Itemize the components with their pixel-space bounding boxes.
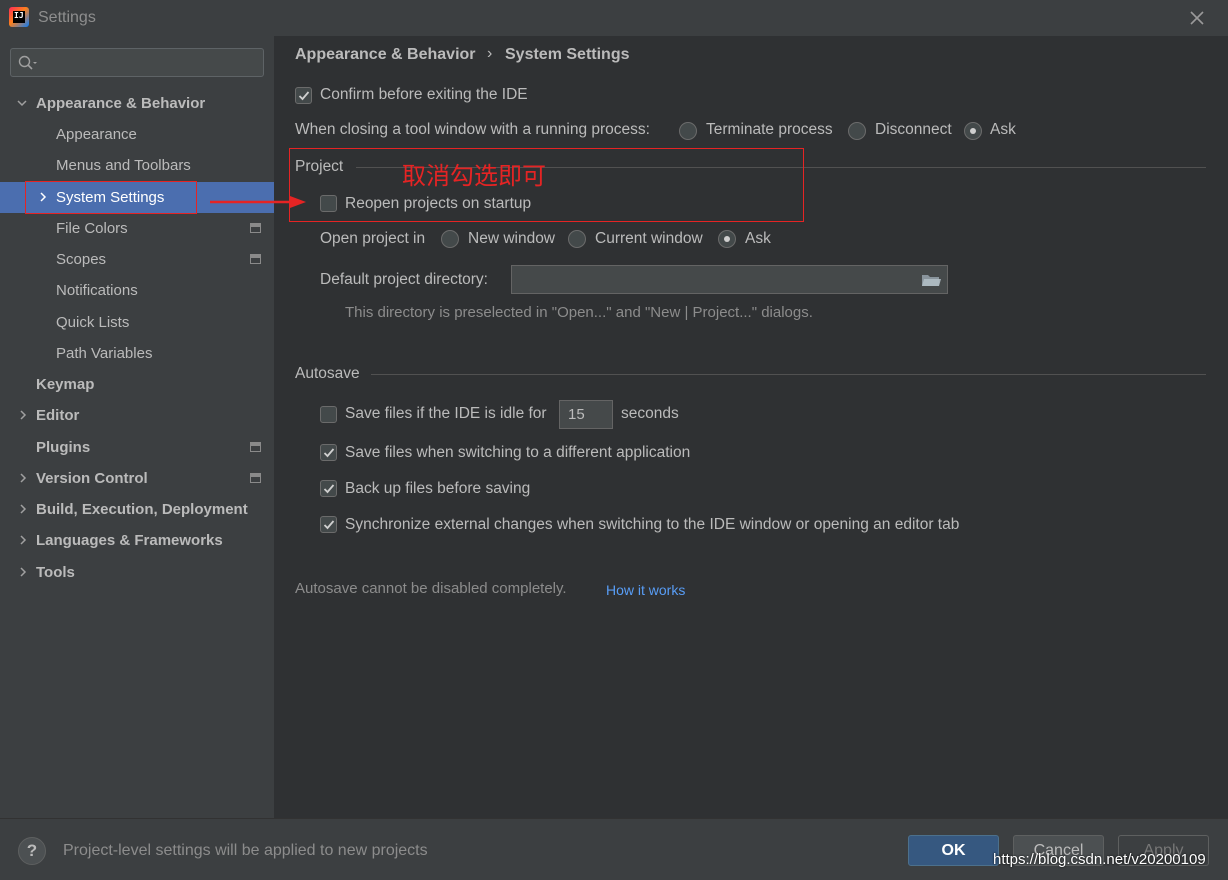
- search-box[interactable]: [10, 48, 264, 77]
- intellij-app-icon: IJ: [9, 7, 29, 27]
- watermark-text: https://blog.csdn.net/v20200109: [993, 851, 1206, 868]
- breadcrumb-separator: ›: [487, 45, 493, 62]
- search-icon: [18, 55, 37, 70]
- checkmark-icon: [323, 448, 335, 458]
- sidebar-item-file-colors[interactable]: File Colors: [0, 213, 274, 244]
- sidebar-item-plugins[interactable]: Plugins: [0, 432, 274, 463]
- sidebar-item-label: Version Control: [36, 470, 148, 487]
- sidebar-item-label: Scopes: [56, 251, 107, 268]
- radio-terminate-process[interactable]: [679, 122, 697, 140]
- radio-new-window[interactable]: [441, 230, 459, 248]
- idle-seconds-input[interactable]: [559, 400, 613, 429]
- search-input[interactable]: [41, 52, 259, 73]
- sidebar-item-label: Quick Lists: [56, 314, 130, 331]
- save-idle-checkbox[interactable]: [320, 406, 337, 423]
- radio-current-window[interactable]: [568, 230, 586, 248]
- chevron-right-icon: [20, 473, 27, 483]
- new-window-label: New window: [468, 230, 556, 247]
- folder-browse-icon[interactable]: [920, 271, 942, 289]
- annotation-highlight-sidebar: [25, 181, 197, 214]
- confirm-exit-label: Confirm before exiting the IDE: [320, 86, 528, 103]
- settings-sidebar: Appearance & Behavior Appearance Menus a…: [0, 36, 274, 818]
- sidebar-item-editor[interactable]: Editor: [0, 400, 274, 431]
- default-dir-input[interactable]: [511, 265, 948, 294]
- annotation-highlight-reopen: [289, 148, 804, 222]
- chevron-right-icon: [20, 567, 27, 577]
- sidebar-item-label: Keymap: [36, 376, 95, 393]
- checkmark-icon: [298, 91, 310, 101]
- help-button[interactable]: ?: [18, 837, 46, 865]
- backup-label: Back up files before saving: [345, 480, 531, 497]
- checkmark-icon: [323, 484, 335, 494]
- default-dir-label: Default project directory:: [320, 271, 488, 288]
- sidebar-item-appearance[interactable]: Appearance: [0, 119, 274, 150]
- project-scope-icon: [250, 442, 261, 452]
- open-project-in-label: Open project in: [320, 230, 426, 247]
- breadcrumb-current: System Settings: [505, 46, 630, 63]
- default-dir-hint: This directory is preselected in "Open..…: [345, 304, 813, 321]
- checkmark-icon: [323, 520, 335, 530]
- ok-button[interactable]: OK: [908, 835, 999, 866]
- dialog-footer: ? Project-level settings will be applied…: [0, 818, 1228, 880]
- save-on-switch-label: Save files when switching to a different…: [345, 444, 691, 461]
- sidebar-item-languages-frameworks[interactable]: Languages & Frameworks: [0, 525, 274, 556]
- sidebar-item-label: Menus and Toolbars: [56, 157, 191, 174]
- breadcrumb-parent[interactable]: Appearance & Behavior: [295, 46, 476, 64]
- chevron-down-icon: [17, 100, 27, 107]
- chevron-right-icon: [20, 410, 27, 420]
- ask-closing-label: Ask: [990, 121, 1016, 138]
- confirm-exit-checkbox[interactable]: [295, 87, 312, 104]
- terminate-process-label: Terminate process: [706, 121, 833, 138]
- sidebar-item-label: Build, Execution, Deployment: [36, 501, 248, 518]
- sidebar-item-label: Path Variables: [56, 345, 153, 362]
- sidebar-item-label: Plugins: [36, 439, 91, 456]
- save-idle-label: Save files if the IDE is idle for: [345, 405, 547, 422]
- sidebar-item-appearance-behavior[interactable]: Appearance & Behavior: [0, 88, 274, 119]
- sidebar-item-menus-toolbars[interactable]: Menus and Toolbars: [0, 150, 274, 181]
- sidebar-item-scopes[interactable]: Scopes: [0, 244, 274, 275]
- current-window-label: Current window: [595, 230, 703, 247]
- project-scope-icon: [250, 254, 261, 264]
- sidebar-item-label: Appearance: [56, 126, 137, 143]
- autosave-separator: [371, 374, 1206, 375]
- sidebar-item-label: Tools: [36, 564, 75, 581]
- backup-checkbox[interactable]: [320, 480, 337, 497]
- sidebar-item-label: Appearance & Behavior: [36, 95, 206, 112]
- sidebar-item-notifications[interactable]: Notifications: [0, 275, 274, 306]
- sidebar-item-build-execution-deployment[interactable]: Build, Execution, Deployment: [0, 494, 274, 525]
- annotation-text: 取消勾选即可: [402, 162, 546, 190]
- window-title: Settings: [38, 9, 96, 26]
- sync-external-checkbox[interactable]: [320, 516, 337, 533]
- ask-open-label: Ask: [745, 230, 771, 247]
- chevron-right-icon: [20, 535, 27, 545]
- how-it-works-link[interactable]: How it works: [606, 582, 685, 598]
- sidebar-item-quick-lists[interactable]: Quick Lists: [0, 307, 274, 338]
- radio-disconnect[interactable]: [848, 122, 866, 140]
- close-icon[interactable]: [1188, 9, 1206, 27]
- annotation-arrow-icon: [210, 196, 306, 208]
- sidebar-item-path-variables[interactable]: Path Variables: [0, 338, 274, 369]
- radio-ask-closing[interactable]: [964, 122, 982, 140]
- title-bar: IJ Settings: [0, 0, 1228, 36]
- radio-ask-open[interactable]: [718, 230, 736, 248]
- sidebar-item-label: Notifications: [56, 282, 138, 299]
- sidebar-item-version-control[interactable]: Version Control: [0, 463, 274, 494]
- disconnect-label: Disconnect: [875, 121, 952, 138]
- footer-message: Project-level settings will be applied t…: [63, 842, 428, 859]
- sidebar-item-label: Editor: [36, 407, 80, 424]
- sidebar-item-keymap[interactable]: Keymap: [0, 369, 274, 400]
- project-scope-icon: [250, 473, 261, 483]
- sync-external-label: Synchronize external changes when switch…: [345, 516, 960, 533]
- sidebar-item-label: File Colors: [56, 220, 128, 237]
- autosave-note: Autosave cannot be disabled completely.: [295, 580, 567, 597]
- chevron-right-icon: [20, 504, 27, 514]
- seconds-label: seconds: [621, 405, 679, 422]
- save-on-switch-checkbox[interactable]: [320, 444, 337, 461]
- autosave-section-title: Autosave: [295, 365, 360, 382]
- sidebar-item-tools[interactable]: Tools: [0, 557, 274, 588]
- project-scope-icon: [250, 223, 261, 233]
- sidebar-item-label: Languages & Frameworks: [36, 532, 223, 549]
- closing-tool-window-label: When closing a tool window with a runnin…: [295, 121, 650, 138]
